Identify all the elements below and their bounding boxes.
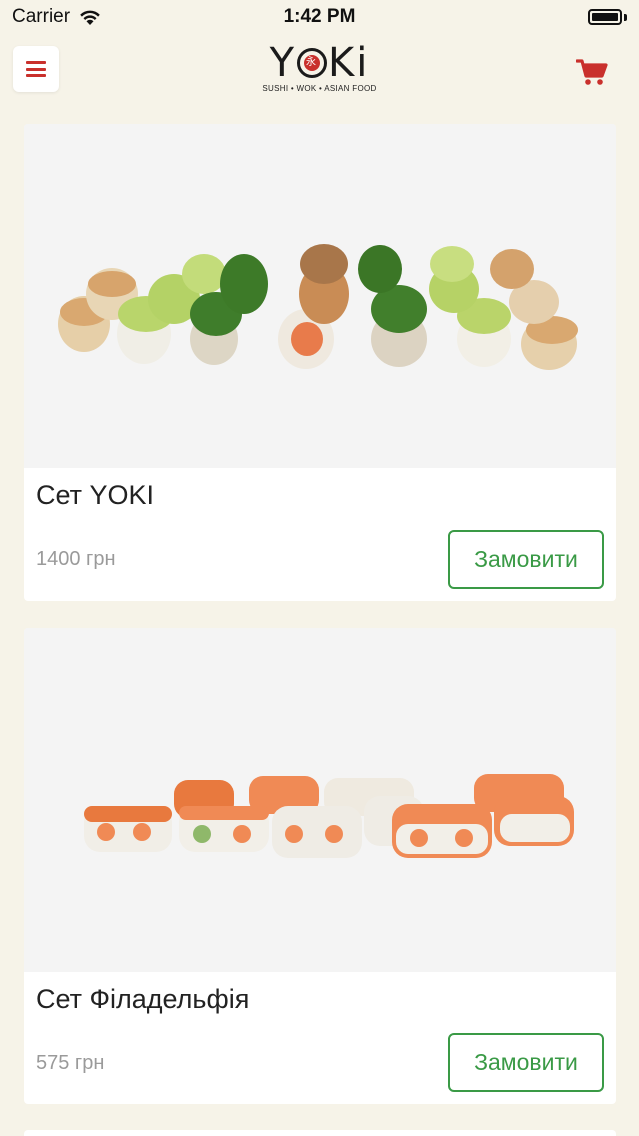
status-left: Carrier	[12, 6, 102, 28]
logo-tagline: SUSHI • WOK • ASIAN FOOD	[262, 84, 377, 93]
wifi-icon	[80, 10, 100, 25]
product-card[interactable]: Сет YOKI 1400 грн Замовити	[24, 124, 616, 601]
product-title: Сет Філадельфія	[36, 984, 250, 1014]
logo-glyph: 永	[304, 55, 321, 71]
order-button[interactable]: Замовити	[448, 530, 604, 589]
sushi-set-yoki-illustration	[24, 124, 616, 468]
product-title: Сет YOKI	[36, 480, 155, 510]
menu-button[interactable]	[13, 46, 59, 92]
product-price: 575 грн	[36, 1052, 105, 1074]
product-image-set-yoki[interactable]	[24, 124, 616, 468]
product-price: 1400 грн	[36, 548, 116, 570]
order-button[interactable]: Замовити	[448, 1033, 604, 1092]
product-card[interactable]: Сет Філадельфія 575 грн Замовити	[24, 628, 616, 1104]
shopping-cart-icon[interactable]	[576, 58, 608, 86]
hamburger-menu-icon	[26, 61, 46, 77]
status-bar: Carrier 1:42 PM	[0, 0, 639, 34]
sushi-set-philadelphia-illustration	[24, 628, 616, 972]
logo-letter-y: Y	[269, 40, 297, 86]
product-image-set-philadelphia[interactable]	[24, 628, 616, 972]
logo-o-emblem: 永	[297, 48, 328, 78]
app-header: Y 永 Ki SUSHI • WOK • ASIAN FOOD	[0, 34, 639, 110]
next-product-card-peek	[24, 1130, 616, 1136]
carrier-label: Carrier	[12, 6, 71, 27]
logo-letters-ki: Ki	[328, 40, 370, 86]
yoki-logo: Y 永 Ki SUSHI • WOK • ASIAN FOOD	[239, 40, 400, 100]
battery-icon	[588, 9, 627, 25]
